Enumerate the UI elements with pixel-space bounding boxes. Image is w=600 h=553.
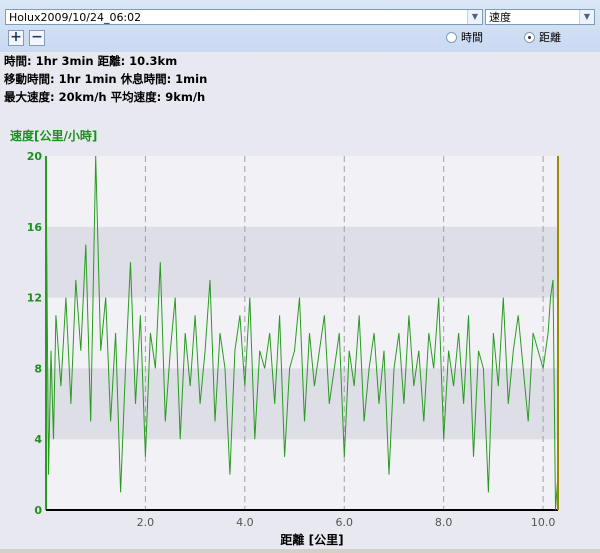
grid-band [46, 439, 558, 510]
toolbar: Holux2009/10/24_06:02 ▼ 速度 ▼ + − 時間 距離 [0, 0, 600, 53]
stats-line-time-distance: 時間: 1hr 3min 距離: 10.3km [4, 54, 178, 68]
x-axis-label: 距離 [公里] [280, 532, 343, 547]
y-tick-label: 16 [27, 221, 43, 234]
grid-band [46, 156, 558, 227]
x-tick-label: 4.0 [236, 516, 254, 529]
speed-chart[interactable]: 速度[公里/小時] 距離 [公里] 2.0 4.0 6.0 8.0 10.0 0 4 8 12 1… [0, 126, 600, 549]
radio-time[interactable]: 時間 [446, 31, 483, 44]
zoom-in-button[interactable]: + [8, 30, 24, 46]
chevron-down-icon[interactable]: ▼ [467, 10, 482, 24]
metric-select-value: 速度 [489, 11, 511, 24]
radio-distance[interactable]: 距離 [524, 31, 561, 44]
x-tick-label: 8.0 [435, 516, 453, 529]
y-tick-label: 0 [34, 504, 42, 517]
y-tick-label: 8 [34, 362, 42, 375]
y-axis-label: 速度[公里/小時] [10, 128, 97, 143]
track-select-value: Holux2009/10/24_06:02 [9, 11, 142, 24]
stats-panel: 時間: 1hr 3min 距離: 10.3km 移動時間: 1hr 1min 休… [0, 52, 600, 126]
grid-band [46, 226, 558, 298]
x-tick-label: 10.0 [531, 516, 556, 529]
metric-select[interactable]: 速度 ▼ [485, 9, 595, 25]
radio-distance-label: 距離 [539, 31, 561, 44]
zoom-out-button[interactable]: − [29, 30, 45, 46]
y-tick-label: 12 [27, 292, 42, 305]
track-select[interactable]: Holux2009/10/24_06:02 ▼ [5, 9, 483, 25]
y-tick-label: 20 [27, 150, 43, 163]
radio-time-circle[interactable] [446, 32, 457, 43]
x-tick-label: 6.0 [336, 516, 354, 529]
x-tick-label: 2.0 [137, 516, 155, 529]
radio-distance-circle[interactable] [524, 32, 535, 43]
chevron-down-icon[interactable]: ▼ [579, 10, 594, 24]
speed-chart-svg[interactable]: 速度[公里/小時] 距離 [公里] 2.0 4.0 6.0 8.0 10.0 0 4 8 12 1… [0, 126, 600, 549]
stats-line-moving-rest: 移動時間: 1hr 1min 休息時間: 1min [4, 72, 208, 86]
y-tick-label: 4 [34, 433, 42, 446]
radio-time-label: 時間 [461, 31, 483, 44]
stats-line-speed: 最大速度: 20km/h 平均速度: 9km/h [4, 90, 206, 104]
